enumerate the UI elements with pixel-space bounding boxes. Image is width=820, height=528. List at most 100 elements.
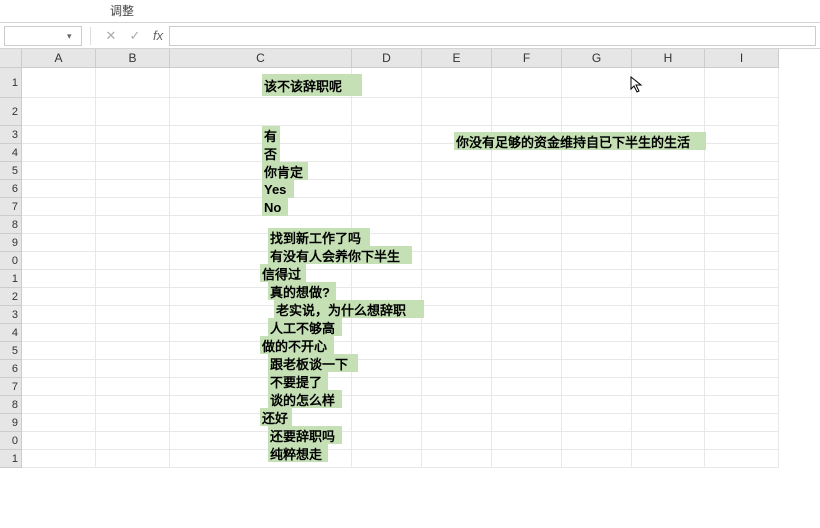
cell[interactable] [492,342,562,360]
select-all-corner[interactable] [0,49,22,68]
cell[interactable] [632,414,705,432]
cell[interactable] [492,98,562,126]
row-header[interactable]: 6 [0,180,22,198]
cell[interactable] [562,306,632,324]
cell[interactable] [632,396,705,414]
cell[interactable] [562,234,632,252]
cell[interactable] [22,162,96,180]
cell-value[interactable]: 你没有足够的资金维持自已下半生的生活 [454,132,706,150]
formula-input[interactable] [169,26,816,46]
cell-value[interactable]: 真的想做? [268,282,336,300]
cell[interactable] [492,306,562,324]
cell[interactable] [22,198,96,216]
cell[interactable] [96,198,170,216]
cell-value[interactable]: 不要提了 [268,372,328,390]
cell[interactable] [705,342,779,360]
cell[interactable] [352,270,422,288]
cell-value[interactable]: 你肯定 [262,162,308,180]
cell[interactable] [632,360,705,378]
cell[interactable] [422,234,492,252]
cell[interactable] [705,288,779,306]
cell[interactable] [492,360,562,378]
cell[interactable] [632,450,705,468]
cell[interactable] [22,342,96,360]
cell[interactable] [422,324,492,342]
cell[interactable] [422,414,492,432]
cell[interactable] [492,378,562,396]
cell[interactable] [96,144,170,162]
cell[interactable] [22,68,96,98]
cell[interactable] [632,180,705,198]
row-header[interactable]: 6 [0,360,22,378]
cell[interactable] [96,396,170,414]
cell-value[interactable]: 做的不开心 [260,336,334,354]
chevron-down-icon[interactable]: ▾ [67,31,77,41]
cell[interactable] [96,306,170,324]
cell[interactable] [632,162,705,180]
cell[interactable] [22,288,96,306]
cell[interactable] [422,306,492,324]
cell[interactable] [705,68,779,98]
cell[interactable] [562,324,632,342]
cell[interactable] [422,162,492,180]
cell[interactable] [705,270,779,288]
cell[interactable] [562,180,632,198]
cell[interactable] [170,126,352,144]
cell[interactable] [352,414,422,432]
cell[interactable] [562,252,632,270]
cell[interactable] [492,234,562,252]
cell[interactable] [492,216,562,234]
cell[interactable] [352,68,422,98]
row-header[interactable]: 4 [0,324,22,342]
cell[interactable] [422,180,492,198]
cell[interactable] [562,342,632,360]
cell[interactable] [22,324,96,342]
cell[interactable] [705,162,779,180]
row-header[interactable]: 2 [0,288,22,306]
cell[interactable] [562,288,632,306]
cell[interactable] [705,126,779,144]
row-header[interactable]: 0 [0,252,22,270]
cell[interactable] [705,432,779,450]
row-header[interactable]: 3 [0,126,22,144]
cell-value[interactable]: 信得过 [260,264,306,282]
row-header[interactable]: 4 [0,144,22,162]
cell[interactable] [22,252,96,270]
cell[interactable] [22,126,96,144]
column-header[interactable]: F [492,49,562,68]
cell-value[interactable]: 找到新工作了吗 [268,228,370,246]
cell[interactable] [422,68,492,98]
row-header[interactable]: 0 [0,432,22,450]
cell[interactable] [22,396,96,414]
row-header[interactable]: 9 [0,234,22,252]
cell[interactable] [96,378,170,396]
cell[interactable] [352,432,422,450]
cell[interactable] [705,234,779,252]
cell[interactable] [492,198,562,216]
column-header[interactable]: C [170,49,352,68]
cell[interactable] [705,324,779,342]
column-header[interactable]: A [22,49,96,68]
cell[interactable] [632,98,705,126]
cell[interactable] [562,432,632,450]
row-header[interactable]: 8 [0,396,22,414]
cell[interactable] [22,360,96,378]
cell[interactable] [632,306,705,324]
column-header[interactable]: B [96,49,170,68]
cell-value[interactable]: 否 [262,144,280,162]
cell[interactable] [170,198,352,216]
cell[interactable] [96,252,170,270]
cell[interactable] [422,270,492,288]
cell[interactable] [22,270,96,288]
cell[interactable] [562,414,632,432]
cancel-icon[interactable]: ✕ [103,28,119,44]
cell[interactable] [492,396,562,414]
cell[interactable] [492,252,562,270]
row-header[interactable]: 7 [0,198,22,216]
cell-value[interactable]: 老实说，为什么想辞职 [274,300,424,318]
cell-value[interactable]: 人工不够高 [268,318,342,336]
cell[interactable] [170,144,352,162]
cell-value[interactable]: 跟老板谈一下 [268,354,358,372]
cell[interactable] [705,360,779,378]
cell[interactable] [632,432,705,450]
